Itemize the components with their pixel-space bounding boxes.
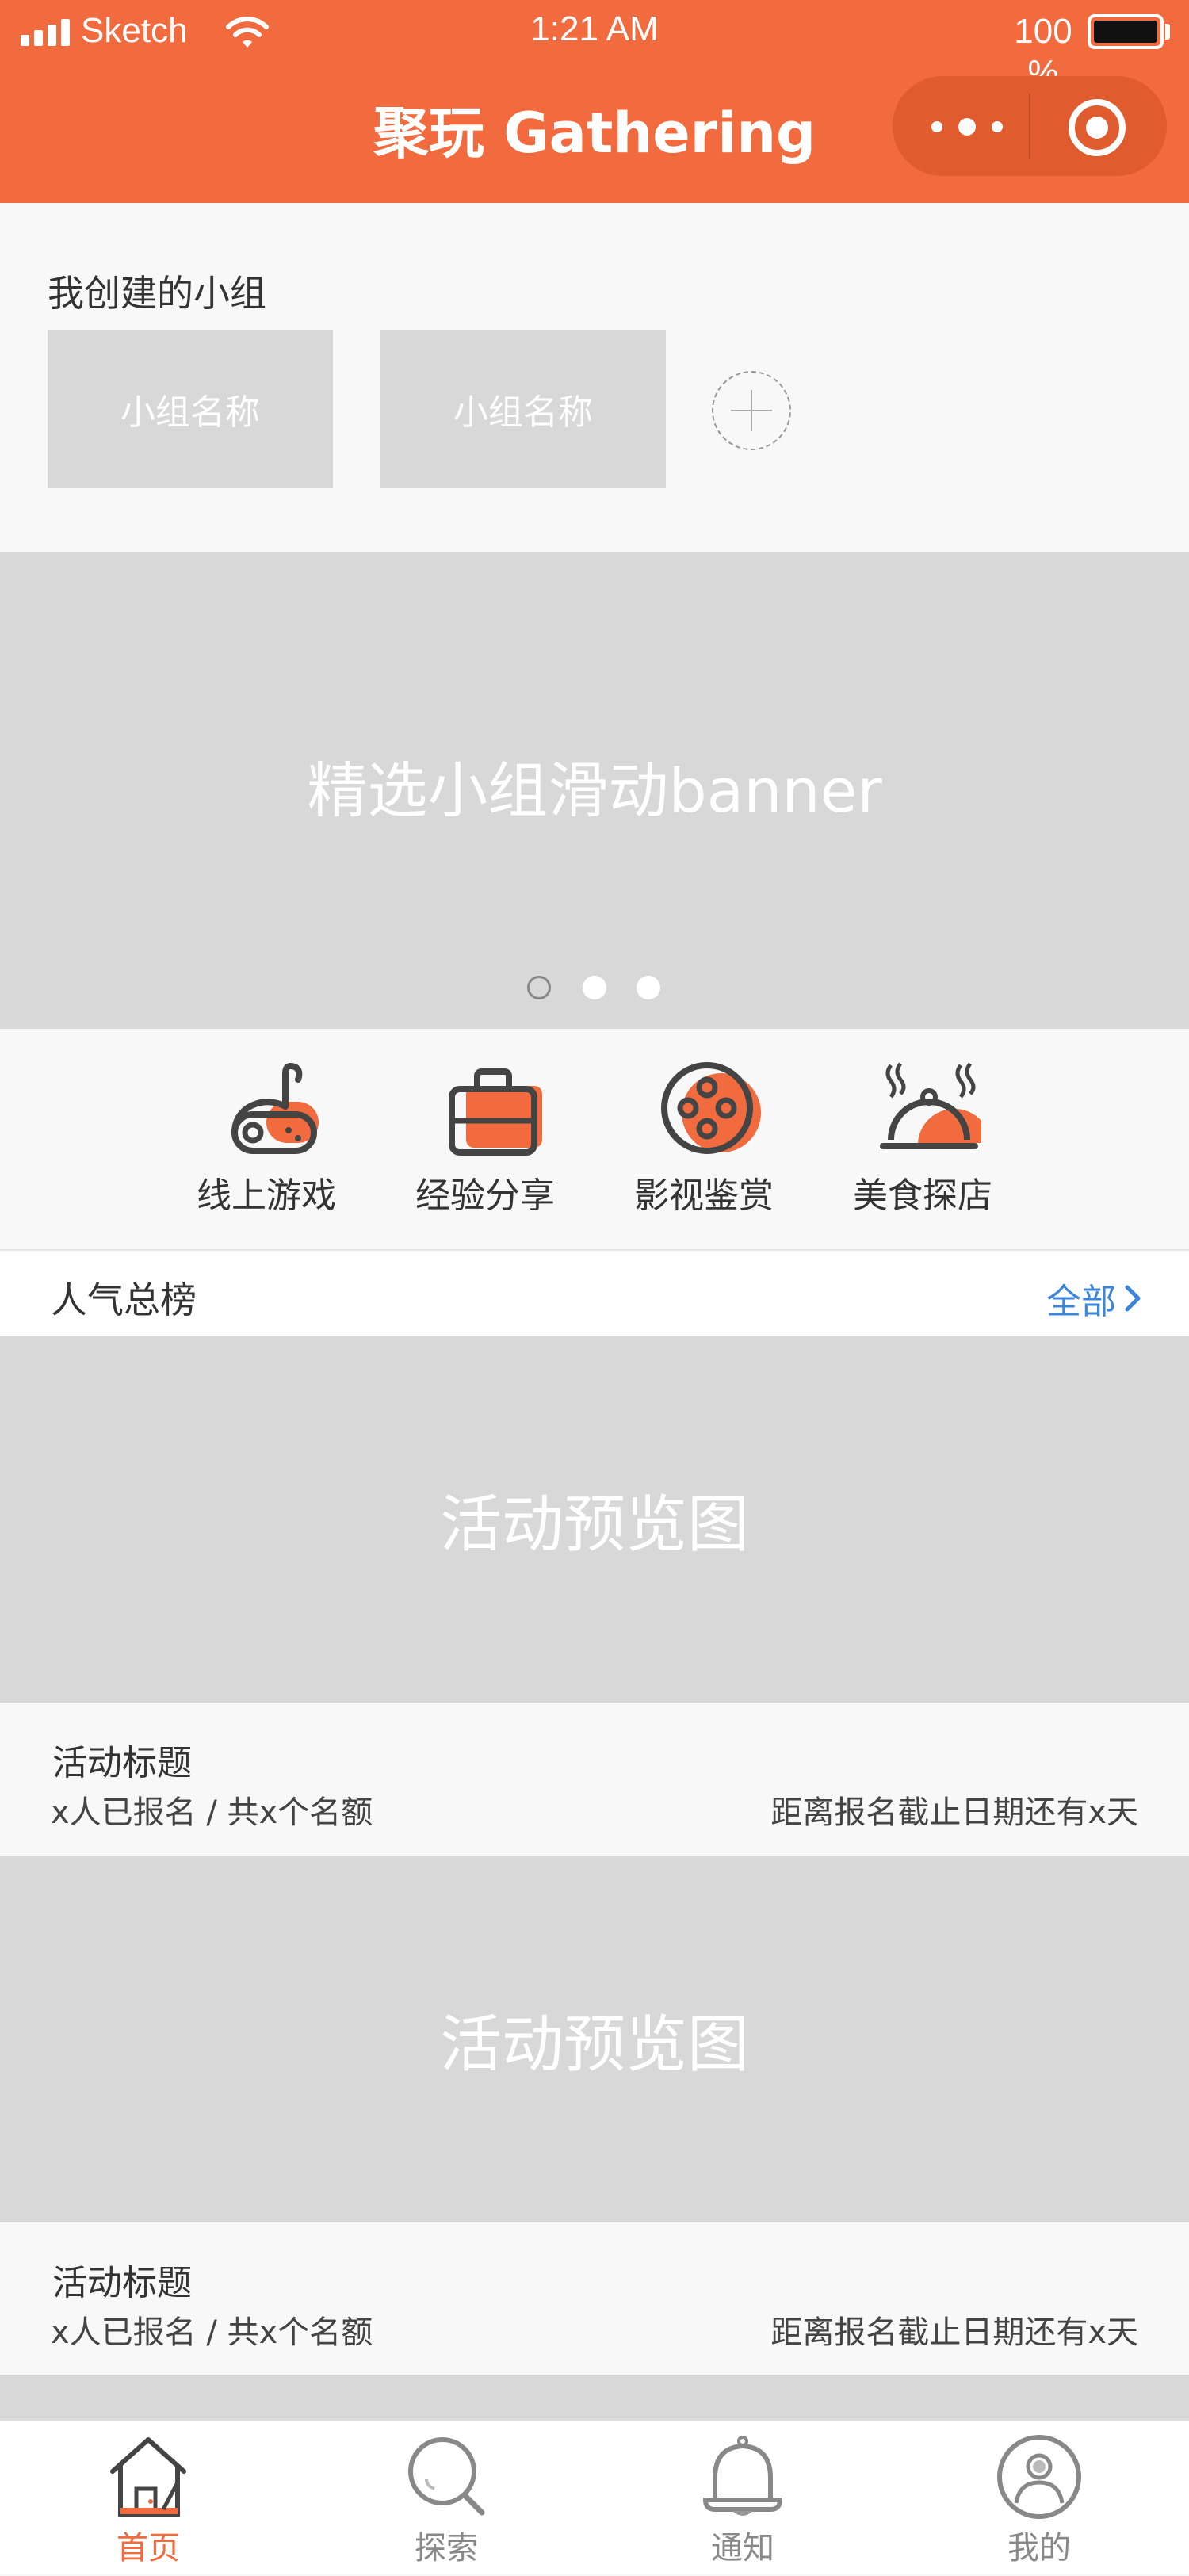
activity-preview-image[interactable]: 活动预览图 xyxy=(0,1336,1189,1703)
section-title: 我创建的小组 xyxy=(48,272,266,315)
tab-notifications[interactable]: 通知 xyxy=(644,2421,842,2576)
category-label: 美食探店 xyxy=(853,1175,992,1216)
banner-dot-active[interactable] xyxy=(527,976,551,999)
tab-label: 首页 xyxy=(117,2530,180,2566)
tab-label: 通知 xyxy=(711,2530,774,2566)
activity-info[interactable]: 活动标题 x人已报名 / 共x个名额 距离报名截止日期还有x天 xyxy=(0,1703,1189,1853)
briefcase-icon xyxy=(449,1068,542,1156)
capsule-divider xyxy=(1029,94,1030,159)
activity-signups: x人已报名 / 共x个名额 xyxy=(51,1794,373,1831)
activity-title: 活动标题 xyxy=(52,1743,192,1783)
group-card[interactable]: 小组名称 xyxy=(380,330,666,488)
tab-home[interactable]: 首页 xyxy=(49,2421,247,2576)
tab-label: 我的 xyxy=(1007,2530,1071,2566)
gamepad-icon xyxy=(231,1063,319,1154)
status-time: 1:21 AM xyxy=(530,10,659,48)
category-experience-sharing[interactable]: 经验分享 xyxy=(398,1057,572,1216)
group-card[interactable]: 小组名称 xyxy=(48,330,333,488)
tab-profile[interactable]: 我的 xyxy=(940,2421,1138,2576)
view-all-link[interactable]: 全部 xyxy=(1046,1273,1116,1324)
activity-preview-image[interactable]: 活动预览图 xyxy=(0,1856,1189,2222)
banner-text: 精选小组滑动banner xyxy=(307,755,882,826)
plus-circle-icon[interactable] xyxy=(712,371,791,450)
banner-dot[interactable] xyxy=(583,976,606,999)
chevron-right-icon[interactable] xyxy=(1124,1284,1143,1313)
tab-explore[interactable]: 探索 xyxy=(347,2421,545,2576)
activity-title: 活动标题 xyxy=(52,2263,192,2303)
tab-bar: 首页 探索 通知 我的 xyxy=(0,2419,1189,2574)
category-label: 线上游戏 xyxy=(197,1175,336,1216)
header-bar: Sketch 1:21 AM 100 % 聚玩 Gathering xyxy=(0,0,1189,203)
more-dots-icon[interactable] xyxy=(931,116,1003,138)
home-icon xyxy=(110,2437,186,2517)
target-circle-icon[interactable] xyxy=(1069,99,1126,156)
category-row: 线上游戏 经验分享 影视鉴赏 美食探店 xyxy=(0,1029,1189,1248)
activity-deadline: 距离报名截止日期还有x天 xyxy=(770,2314,1138,2351)
category-online-games[interactable]: 线上游戏 xyxy=(179,1057,354,1216)
search-icon xyxy=(408,2437,485,2516)
section-title: 人气总榜 xyxy=(51,1278,197,1321)
category-film-appreciation[interactable]: 影视鉴赏 xyxy=(617,1057,791,1216)
user-icon xyxy=(997,2435,1081,2519)
banner-dot[interactable] xyxy=(637,976,660,999)
battery-icon xyxy=(1088,14,1164,49)
tab-label: 探索 xyxy=(415,2530,478,2566)
food-dome-icon xyxy=(880,1062,981,1149)
category-label: 经验分享 xyxy=(415,1175,555,1216)
activity-info[interactable]: 活动标题 x人已报名 / 共x个名额 距离报名截止日期还有x天 xyxy=(0,2222,1189,2373)
battery-tip xyxy=(1165,24,1170,40)
category-label: 影视鉴赏 xyxy=(634,1175,774,1216)
activity-deadline: 距离报名截止日期还有x天 xyxy=(770,1794,1138,1831)
bell-icon xyxy=(702,2436,783,2516)
activity-signups: x人已报名 / 共x个名额 xyxy=(51,2314,373,2351)
my-groups-section: 我创建的小组 小组名称 小组名称 xyxy=(0,203,1189,552)
film-reel-icon xyxy=(661,1062,761,1154)
category-food-exploration[interactable]: 美食探店 xyxy=(835,1057,1010,1216)
ranking-header: 人气总榜 全部 xyxy=(0,1249,1189,1336)
next-activity-preview xyxy=(0,2375,1189,2419)
featured-banner[interactable]: 精选小组滑动banner xyxy=(0,552,1189,1029)
